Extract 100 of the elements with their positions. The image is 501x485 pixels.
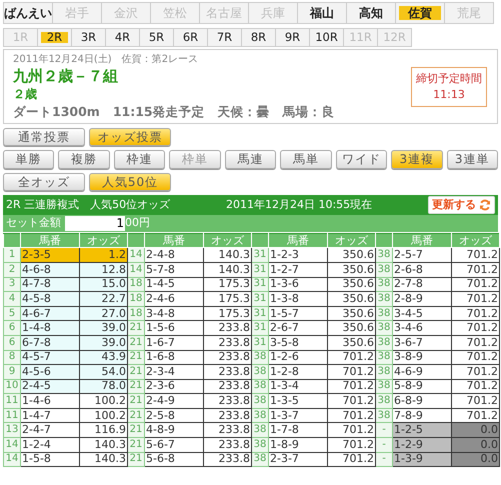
combination-cell: 2-3-7 [268,452,328,467]
venue-tab[interactable]: 佐賀 [395,2,445,24]
venue-tab[interactable]: ばんえい [3,2,53,24]
odds-cell: 701.2 [452,350,500,365]
odds-cell: 175.3 [204,277,252,292]
rank-cell: 3 [4,277,20,292]
odds-cell: 175.3 [204,292,252,306]
set-amount-label: セット金額 [6,215,61,231]
combination-cell: 2-5-8 [144,408,204,423]
column-header: オッズ [328,233,376,248]
combination-cell: 3-4-6 [392,320,452,336]
combination-cell: 2-4-6 [144,292,204,306]
age-class: ２歳 [13,86,38,103]
amount-input[interactable]: 1 [65,216,125,231]
odds-cell: 140.3 [204,262,252,278]
option-button[interactable]: 馬連 [224,150,276,169]
combination-cell: 1-6-8 [144,350,204,365]
column-header: 馬番 [144,233,204,248]
odds-cell: 701.2 [452,379,500,394]
option-button[interactable]: 3連複 [391,150,442,169]
option-button[interactable]: 3連単 [446,150,498,169]
odds-cell: 350.6 [328,277,376,292]
race-date: 2011年12月24日(土) 佐賀：第2レース [13,52,200,67]
option-button[interactable]: 馬単 [280,150,332,169]
combination-cell: 2-6-8 [392,262,452,278]
odds-cell: 100.2 [80,408,128,423]
odds-cell: 100.2 [80,394,128,408]
race-tab[interactable]: 5R [139,28,174,47]
odds-cell: 233.8 [204,394,252,408]
option-button[interactable]: 全オッズ [3,172,85,191]
column-header: 馬番 [268,233,328,248]
option-button[interactable]: 通常投票 [3,128,85,146]
combination-cell: 2-7-8 [392,277,452,292]
rank-cell: 1 [4,248,20,262]
combination-cell: 1-3-9 [392,452,452,467]
column-header: 馬番 [392,233,452,248]
rank-cell: 5 [4,306,20,321]
odds-cell: 350.6 [328,262,376,278]
odds-cell: 233.8 [204,408,252,423]
combination-cell: 1-3-5 [268,394,328,408]
combination-cell: 4-6-9 [392,364,452,380]
option-button[interactable]: 複勝 [58,150,110,169]
rank-cell: 8 [4,350,20,365]
race-tab[interactable]: 3R [71,28,106,47]
odds-cell: 140.3 [204,248,252,262]
combination-cell: 2-4-8 [144,248,204,262]
odds-cell: 350.6 [328,248,376,262]
rank-cell: 4 [4,292,20,306]
odds-cell: 175.3 [204,306,252,321]
combination-cell: 4-5-8 [20,292,80,306]
race-tab[interactable]: 8R [241,28,276,47]
venue-tab[interactable]: 高知 [346,2,396,24]
combination-cell: 1-2-8 [268,364,328,380]
column-header: オッズ [80,233,128,248]
race-tab[interactable]: 7R [207,28,242,47]
combination-cell: 5-6-7 [144,438,204,452]
odds-cell: 39.0 [80,320,128,336]
column-header: 馬番 [20,233,80,248]
odds-cell: 701.2 [328,379,376,394]
option-button[interactable]: 人気50位 [89,172,171,191]
odds-cell: 701.2 [452,320,500,336]
rank-cell: 6 [4,320,20,336]
race-tab[interactable]: 4R [105,28,140,47]
rank-cell: 10 [4,379,20,394]
venue-tab[interactable]: 福山 [297,2,347,24]
combination-cell: 3-6-7 [392,335,452,350]
combination-cell: 2-4-9 [144,394,204,408]
amount-suffix: 00円 [125,215,150,231]
combination-cell: 1-3-4 [268,379,328,394]
race-tab[interactable]: 2R [37,28,72,47]
rank-cell: 9 [4,364,20,380]
combination-cell: 2-6-7 [268,320,328,336]
odds-cell: 43.9 [80,350,128,365]
odds-cell: 350.6 [328,320,376,336]
odds-cell: 701.2 [452,335,500,350]
odds-cell: 701.2 [452,292,500,306]
odds-cell: 116.9 [80,422,128,438]
combination-cell: 2-8-9 [392,292,452,306]
race-tab[interactable]: 6R [173,28,208,47]
combination-cell: 4-7-8 [20,277,80,292]
race-tab[interactable]: 9R [275,28,310,47]
combination-cell: 2-3-5 [20,248,80,262]
rank-cell: 14 [4,438,20,452]
option-button[interactable]: オッズ投票 [89,128,171,146]
option-button[interactable]: 枠連 [114,150,166,169]
refresh-icon [478,198,491,211]
race-tab[interactable]: 10R [309,28,344,47]
option-button[interactable]: 単勝 [3,150,54,169]
combination-cell: 7-8-9 [392,408,452,423]
odds-cell: 22.7 [80,292,128,306]
option-button[interactable]: ワイド [336,150,388,169]
odds-cell: 701.2 [452,277,500,292]
odds-cell: 701.2 [328,408,376,423]
combination-cell: 5-7-8 [144,262,204,278]
odds-cell: 140.3 [80,452,128,467]
combination-cell: 6-7-8 [20,335,80,350]
refresh-button[interactable]: 更新する [428,196,495,214]
combination-cell: 3-5-8 [268,335,328,350]
combination-cell: 1-4-7 [20,408,80,423]
odds-cell: 0.0 [452,422,500,438]
